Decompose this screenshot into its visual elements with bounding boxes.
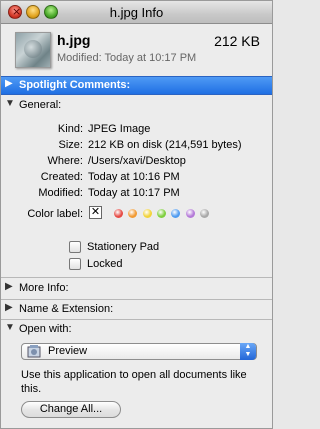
disclosure-open-icon[interactable]: ▼ [5,98,15,109]
color-label-label: Color label: [27,208,83,220]
color-label-yellow[interactable] [142,209,152,218]
divider [1,319,272,320]
divider [1,277,272,278]
color-label-red[interactable] [114,209,123,218]
window-title: h.jpg Info [109,5,164,20]
stationery-label: Stationery Pad [87,241,160,253]
created-label: Created: [40,171,83,183]
spotlight-comments-section[interactable]: ▶ Spotlight Comments: [1,76,272,95]
file-size: 212 KB [214,33,260,49]
locked-checkbox[interactable] [69,258,81,270]
disclosure-open-icon[interactable]: ▼ [5,322,15,333]
stationery-checkbox[interactable] [69,241,81,253]
disclosure-closed-icon[interactable]: ▶ [5,78,13,89]
disclosure-closed-icon[interactable]: ▶ [5,302,13,313]
general-section[interactable]: ▼ General: [1,97,272,114]
size-label: Size: [58,139,83,151]
change-all-button[interactable]: Change All... [21,401,121,418]
size-value: 212 KB on disk (214,591 bytes) [88,139,242,151]
name-extension-section[interactable]: ▶ Name & Extension: [1,301,272,318]
open-with-description: Use this application to open all documen… [21,369,247,395]
color-label-purple[interactable] [185,209,195,218]
open-with-label: Open with: [19,323,72,335]
modified-value: Today at 10:17 PM [88,187,180,199]
name-extension-label: Name & Extension: [19,303,114,315]
color-none-button[interactable]: ✕ [89,206,102,219]
color-label-gray[interactable] [199,209,209,218]
open-with-section[interactable]: ▼ Open with: [1,321,272,338]
more-info-section[interactable]: ▶ More Info: [1,280,272,297]
preview-app-icon [27,345,41,358]
color-label-blue[interactable] [171,209,181,218]
open-with-popup[interactable]: Preview ▲ ▼ [21,343,257,360]
where-value: /Users/xavi/Desktop [88,155,186,167]
file-modified: Modified: Today at 10:17 PM [57,52,197,64]
modified-label: Modified: [38,187,83,199]
title-bar[interactable]: × h.jpg Info [1,1,272,24]
color-label-orange[interactable] [128,209,138,218]
general-label: General: [19,99,62,111]
locked-label: Locked [87,258,123,270]
popup-arrows-icon: ▲ ▼ [240,343,256,360]
color-label-green[interactable] [156,209,166,218]
divider [1,299,272,300]
file-thumbnail-icon [15,32,51,68]
kind-value: JPEG Image [88,123,151,135]
open-with-app-name: Preview [48,345,88,357]
info-window: × h.jpg Info h.jpg 212 KB Modified: Toda… [0,0,273,429]
spotlight-comments-label: Spotlight Comments: [19,79,131,91]
where-label: Where: [47,155,83,167]
more-info-label: More Info: [19,282,69,294]
disclosure-closed-icon[interactable]: ▶ [5,281,13,292]
file-name: h.jpg [57,32,91,48]
created-value: Today at 10:16 PM [88,171,180,183]
kind-label: Kind: [57,123,83,135]
